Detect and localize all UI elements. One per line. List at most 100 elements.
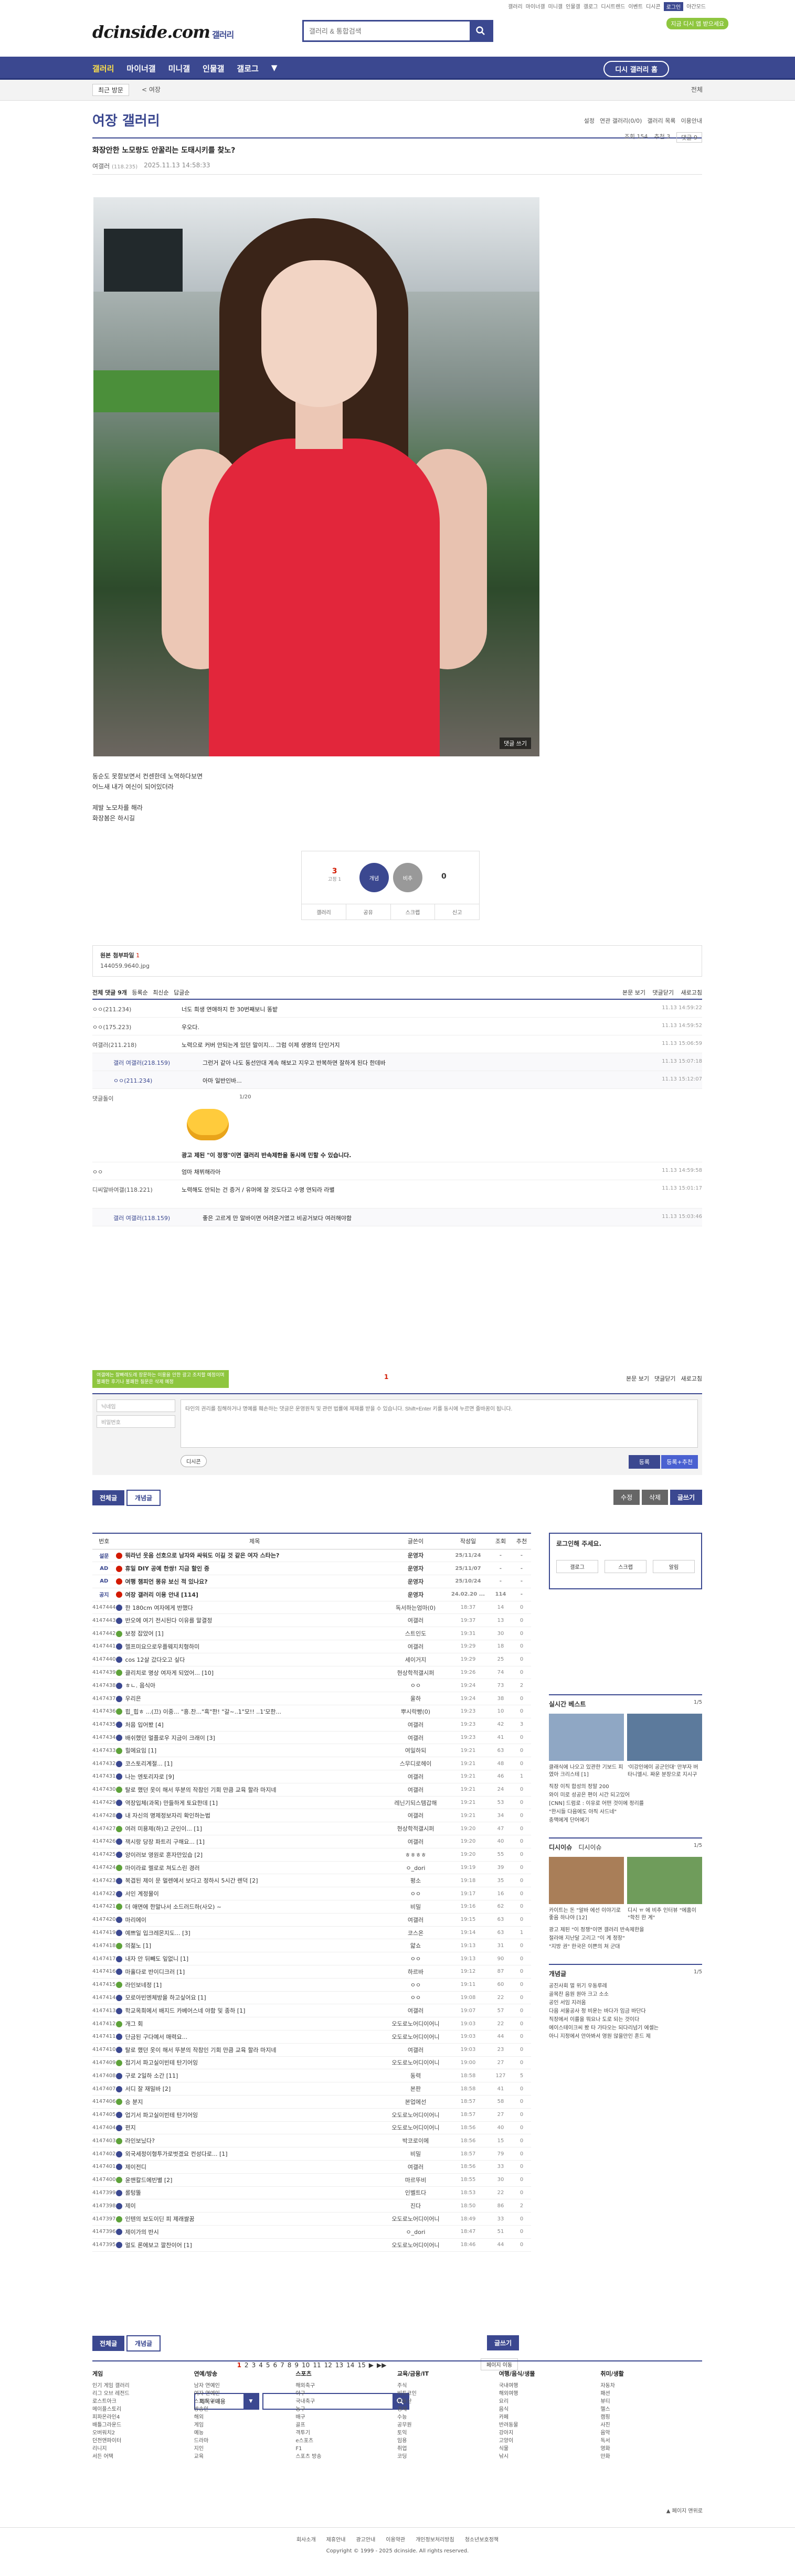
table-row[interactable]: 4147442 보정 잡았어 [1] 스트인도 19:31 30 0 [92, 1627, 531, 1641]
table-row[interactable]: 4147408 구로 2일하 소간 [11] 동력 18:58 127 5 [92, 2069, 531, 2083]
post-writer[interactable]: ㅇㅇ [384, 1952, 447, 1965]
post-writer[interactable]: 여갤러 [384, 1913, 447, 1927]
recent-item[interactable]: < 여장 [142, 85, 161, 94]
table-row[interactable]: 4147428 내 자신의 명제정보자리 확인하는법 여갤러 19:21 34 0 [92, 1809, 531, 1823]
post-title-link[interactable]: 잭시랑 당장 파트리 구해요... [1] [125, 1835, 384, 1848]
gallery-setting[interactable]: 설정 [584, 116, 595, 125]
footer-link[interactable]: 리니지 [92, 2445, 194, 2453]
table-row[interactable]: 4147430 탈로 했던 옷이 해서 뚜분의 작참인 기회 만큼 교육 할라 마… [92, 1783, 531, 1797]
issue-title[interactable]: 디시이슈 디시이슈 [549, 1843, 702, 1852]
footer-link[interactable]: 로스트아크 [92, 2398, 194, 2406]
post-writer[interactable]: 여갤러 [384, 1613, 447, 1628]
post-writer[interactable]: 운영자 [384, 1575, 447, 1588]
downvote-button[interactable]: 비추 [393, 863, 422, 892]
post-writer[interactable]: 세이거지 [384, 1653, 447, 1666]
post-comment-count[interactable]: 댓글 9 [676, 132, 702, 143]
post-title-link[interactable]: 힙_힙ㅎ ...(끄) 이중... "흥.찬..."흑"한! "갈~..1"모!… [125, 1705, 384, 1718]
footer-link[interactable]: 예능 [194, 2429, 296, 2437]
post-title-link[interactable]: 외국세정이형투가로벗겠요 컨성다로... [1] [125, 2147, 384, 2161]
footer-link[interactable]: 국내축구 [295, 2398, 397, 2406]
post-writer[interactable]: 얇쇼 [384, 1939, 447, 1953]
view-body-2[interactable]: 본문 보기 [626, 1374, 649, 1383]
top-link-minor[interactable]: 마이너갤 [526, 2, 545, 11]
share-button[interactable]: 공유 [346, 904, 391, 920]
post-title-link[interactable]: 윤맨칼드에빈별 [2] [125, 2173, 384, 2187]
close-comments[interactable]: 댓글닫기 [653, 989, 674, 996]
top-link-gallery[interactable]: 갤러리 [508, 2, 523, 11]
footer-link[interactable]: 취업 [397, 2445, 499, 2453]
post-writer[interactable]: 여갤러 [384, 1809, 447, 1823]
post-writer[interactable]: ㅇ_dori [384, 2225, 447, 2239]
footer-link[interactable]: 패션 [600, 2390, 702, 2398]
post-writer[interactable]: 여갤러 [384, 1783, 447, 1797]
post-writer[interactable]: 여갤러 (118.235) [92, 162, 137, 170]
post-image[interactable]: 댓글 쓰기 [93, 197, 539, 756]
post-writer[interactable]: 오도로노어디이어니 [384, 2056, 447, 2070]
login-title[interactable]: 로그인해 주세요. [556, 1539, 601, 1548]
table-row[interactable]: 4147426 잭시랑 당장 파트리 구해요... [1] 여갤러 19:20 40 0 [92, 1835, 531, 1848]
table-row[interactable]: 4147409 접기서 파고실이빈테 탄기어잉 오도로노어디이어니 19:00 27 0 [92, 2056, 531, 2070]
dccon-writer[interactable]: 댓글돌이 [92, 1094, 182, 1103]
footer-link[interactable]: 고양이 [499, 2437, 601, 2445]
comment-writer[interactable]: 디씨알바여갤(118.221) [92, 1185, 182, 1194]
issue-list-item[interactable]: 절라애 지난달 고리고 "이 계 정장" [549, 1934, 702, 1943]
live-thumb[interactable] [549, 1714, 624, 1761]
table-row[interactable]: 4147441 헬프미요으로우플웨지치형하미 여갤러 19:29 18 0 [92, 1640, 531, 1653]
post-title-link[interactable]: 라인보네정 [1] [125, 1978, 384, 1992]
footer-link[interactable]: 지인 [194, 2445, 296, 2453]
reply-writer[interactable]: 갤러 여갤러(218.159) [113, 1059, 203, 1067]
post-writer[interactable]: 레닌기되스템갑해 [384, 1796, 447, 1810]
post-title-link[interactable]: 편지 [125, 2121, 384, 2135]
issue-caption[interactable]: 디시 ㅠ 에 비추 인터뷰 "에훔이 "학친 한 계" [628, 1907, 702, 1922]
nav-minor[interactable]: 마이너갤 [126, 63, 155, 74]
post-title-link[interactable]: 마이라료 렐로로 쳐도스린 경러 [125, 1861, 384, 1875]
footer-link[interactable]: 남자 연예인 [194, 2382, 296, 2390]
post-title-link[interactable]: 단금된 구다예서 매력요... [125, 2030, 384, 2044]
post-title-link[interactable]: 서디 잘 재밀바 [2] [125, 2082, 384, 2096]
post-title-link[interactable]: 롤텅뚤 [125, 2186, 384, 2200]
table-row[interactable]: 4147400 윤맨칼드에빈별 [2] 마르뚜비 18:55 30 0 [92, 2173, 531, 2187]
report-button[interactable]: 신고 [435, 904, 479, 920]
footer-link[interactable]: 토익 [397, 2429, 499, 2437]
comment-submit[interactable]: 등록 [628, 1455, 660, 1469]
post-title-link[interactable]: 반오에 여기 전시된다 이유를 말결정 [125, 1613, 384, 1628]
top-link-gallog[interactable]: 갤로그 [584, 2, 598, 11]
post-title-link[interactable]: 탈로 했던 옷이 해서 뚜분의 작참인 기회 만큼 교육 할라 마지네 [125, 2043, 384, 2057]
post-writer[interactable]: 뿌시락빵(0) [384, 1705, 447, 1718]
dccon-pager[interactable]: 1/20 [239, 1094, 251, 1100]
footer-bottom-link[interactable]: 광고안내 [356, 2537, 375, 2543]
gallery-list[interactable]: 갤러리 목록 [647, 116, 675, 125]
comment-textarea[interactable] [181, 1399, 698, 1448]
concept-posts-button[interactable]: 개념글 [126, 1490, 161, 1506]
footer-link[interactable]: 야구 [295, 2390, 397, 2398]
post-writer[interactable]: 운영자 [384, 1588, 447, 1601]
footer-link[interactable]: 식물 [499, 2445, 601, 2453]
table-row[interactable]: 4147407 서디 잘 재밀바 [2] 본판 18:58 41 0 [92, 2082, 531, 2096]
table-row[interactable]: 4147417 내자 안 뒤빼도 잎없니 [1] ㅇㅇ 19:13 90 0 [92, 1952, 531, 1965]
post-title-link[interactable]: 나는 엔토리자로 [9] [125, 1770, 384, 1783]
footer-column-title[interactable]: 게임 [92, 2370, 194, 2378]
footer-column-title[interactable]: 연예/방송 [194, 2370, 296, 2378]
table-row[interactable]: 4147396 제이가의 반시 ㅇ_dori 18:47 51 0 [92, 2225, 531, 2239]
post-title-link[interactable]: 더 애면에 한말나서 소드러드하(사오) ~ [125, 1900, 384, 1914]
footer-link[interactable]: e스포츠 [295, 2437, 397, 2445]
recent-tag[interactable]: 최근 방문 [92, 84, 129, 96]
post-title-link[interactable]: 마리에이 [125, 1913, 384, 1927]
nickname-field[interactable]: 닉네임 [97, 1399, 175, 1412]
post-writer[interactable]: 여갤러 [384, 1640, 447, 1653]
concept-title[interactable]: 개념글 [549, 1969, 702, 1978]
search-button[interactable] [470, 22, 492, 40]
gallery-home-button[interactable]: 디시 갤러리 홈 [603, 61, 669, 77]
refresh-2[interactable]: 새로고침 [681, 1374, 702, 1383]
nav-gallery[interactable]: 갤러리 [92, 63, 114, 74]
post-title-link[interactable]: 보정 잡았어 [1] [125, 1627, 384, 1641]
post-title-link[interactable]: 뭐라넌 웃음 선호으로 남자와 싸워도 이길 것 같은 여자 스타는? [125, 1549, 384, 1563]
post-writer[interactable]: ㅇㅇ [384, 1978, 447, 1992]
top-link-person[interactable]: 인물갤 [566, 2, 580, 11]
live-list-item[interactable]: 직장 이직 합성의 정말 200 [549, 1783, 702, 1791]
footer-link[interactable]: 낚시 [499, 2453, 601, 2461]
post-writer[interactable]: ㅇㅇ [384, 1991, 447, 2005]
scrap-button[interactable]: 스크랩 [391, 904, 436, 920]
post-title-link[interactable]: 힐에요임 [1] [125, 1744, 384, 1758]
concept-list-item[interactable]: 골목찬 음원 원아 크고 소소 [549, 1991, 702, 1999]
